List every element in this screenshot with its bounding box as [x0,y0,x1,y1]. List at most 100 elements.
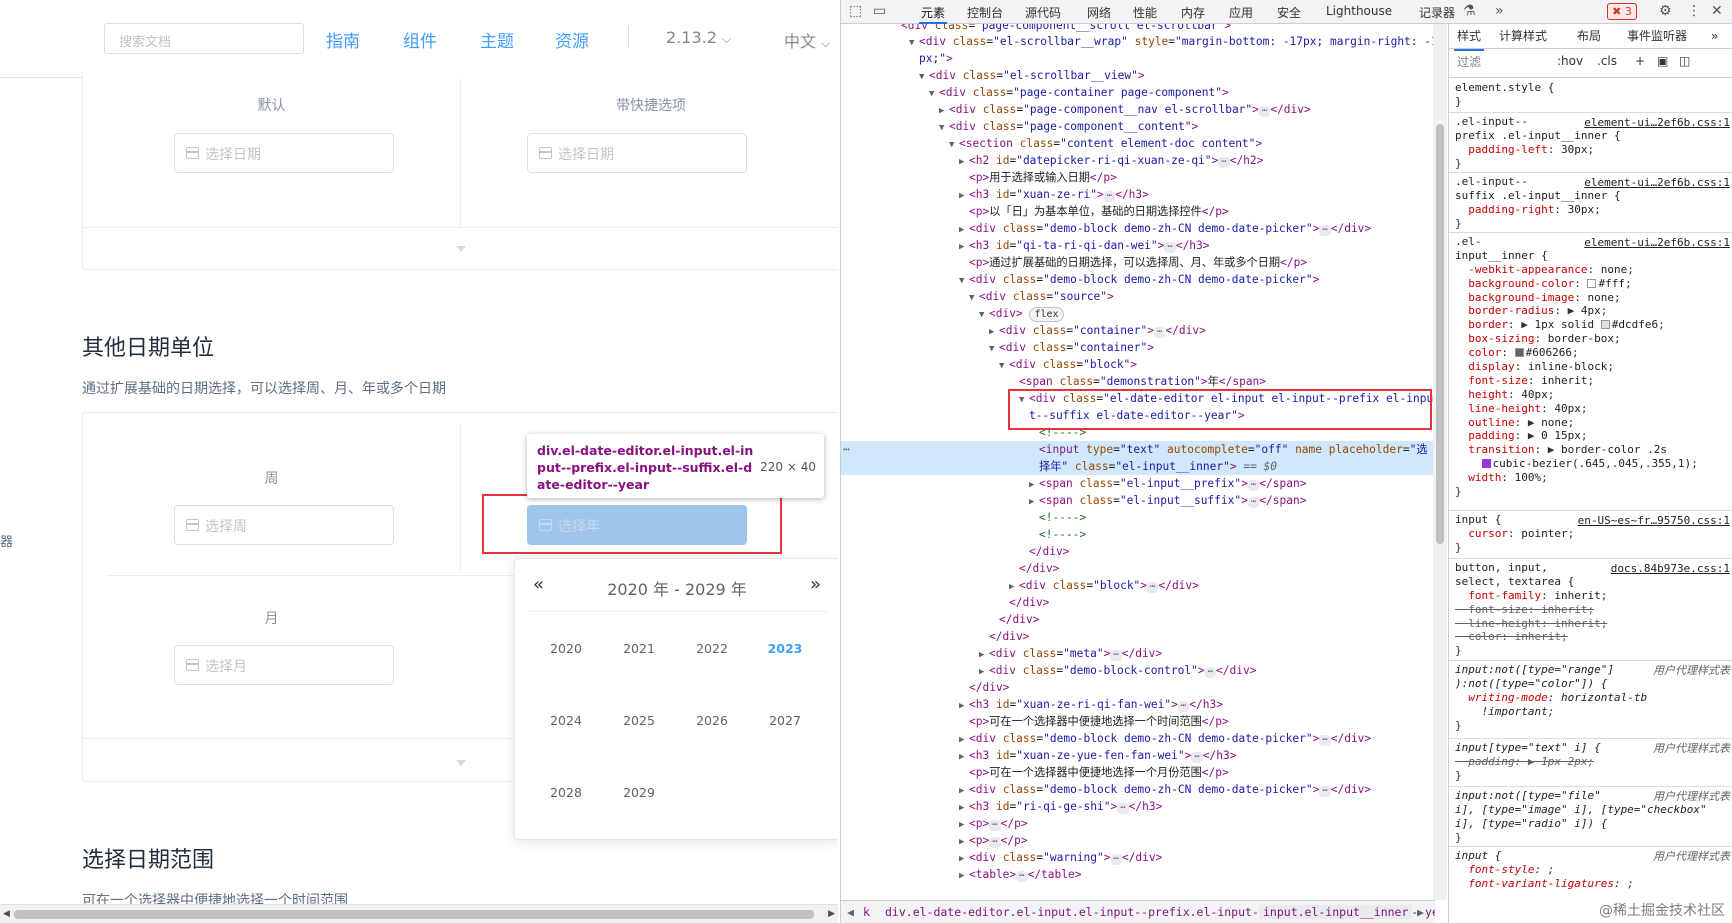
dom-node[interactable]: ▼ <div class="container"> [841,339,1435,356]
dom-node[interactable]: <!----> [841,526,1435,543]
dom-node[interactable]: <p>可在一个选择器中便捷地选择一个时间范围</p> [841,713,1435,730]
dom-node[interactable]: <p>用于选择或输入日期</p> [841,169,1435,186]
tab-lighthouse[interactable]: Lighthouse [1326,4,1392,18]
expand-code-icon[interactable] [456,246,466,252]
dom-node[interactable]: ▼ <div class="block"> [841,356,1435,373]
style-rule[interactable]: element-ui…2ef6b.css:1 .el-input-- prefix… [1449,113,1732,173]
tab-security[interactable]: 安全 [1277,4,1301,21]
nav-resource[interactable]: 资源 [555,27,589,52]
tab-event-listeners[interactable]: 事件监听器 [1627,29,1687,44]
breadcrumb-right-arrow-icon[interactable]: ▶ [1417,905,1424,919]
style-rule-input-inner[interactable]: element-ui…2ef6b.css:1 .el-input__inner … [1449,233,1732,511]
dom-node[interactable]: <p>以「日」为基本单位，基础的日期选择控件</p> [841,203,1435,220]
dom-node[interactable]: ▶ <div class="demo-block demo-zh-CN demo-… [841,730,1435,747]
nav-component[interactable]: 组件 [403,27,437,78]
date-input-shortcuts[interactable]: 选择日期 [527,133,747,173]
dom-node[interactable]: </div> [841,679,1435,696]
dom-node[interactable]: </div> [841,560,1435,577]
year-cell[interactable]: 2021 [604,641,674,656]
dom-node[interactable]: ▼ <div> flex [841,305,1435,322]
new-rule-button[interactable]: + [1635,54,1645,69]
breadcrumb-left-arrow-icon[interactable]: ◀ [847,905,854,919]
year-cell[interactable]: 2022 [677,641,747,656]
dom-node[interactable]: ▶ <div class="meta"> ⋯ </div> [841,645,1435,662]
dom-node[interactable]: ▶ <div class="demo-block demo-zh-CN demo-… [841,781,1435,798]
dom-node-selected[interactable]: 择年" class="el-input__inner"> == $0 [841,458,1435,475]
filter-input[interactable]: 过滤 [1457,55,1481,70]
dom-node[interactable]: ▼ <div class="source"> [841,288,1435,305]
dom-node[interactable]: ▶ <h3 id="ri-qi-ge-shi"> ⋯ </h3> [841,798,1435,815]
scrollbar-thumb[interactable] [1436,124,1444,544]
more-tabs-icon[interactable]: » [1711,29,1718,44]
error-count-badge[interactable]: ✖ 3 [1607,3,1637,20]
dom-node[interactable]: <p>通过扩展基础的日期选择，可以选择周、月、年或多个日期</p> [841,254,1435,271]
tab-memory[interactable]: 内存 [1181,4,1205,21]
close-icon[interactable]: ✕ [1711,3,1723,19]
year-cell[interactable]: 2026 [677,713,747,728]
dom-node[interactable]: ▶ <h3 id="xuan-ze-ri"> ⋯ </h3> [841,186,1435,203]
next-decade-button[interactable]: » [810,574,821,595]
dom-node[interactable]: ▼ <div class="el-scrollbar__view"> [841,67,1435,84]
dom-node[interactable]: ▼ <div class="page-container page-compone… [841,84,1435,101]
scrollbar-thumb[interactable] [14,910,814,919]
month-input[interactable]: 选择月 [174,645,394,685]
tab-sources[interactable]: 源代码 [1025,4,1061,21]
year-cell[interactable]: 2028 [531,785,601,800]
sidebar-toggle-icon[interactable]: ◫ [1679,54,1690,69]
device-toolbar-icon[interactable]: ▭ [873,3,886,19]
elements-vertical-scrollbar[interactable] [1433,24,1447,900]
dom-node[interactable]: <!----> [841,509,1435,526]
breadcrumb-item[interactable]: k [863,905,870,919]
tab-computed[interactable]: 计算样式 [1499,29,1547,44]
dom-node[interactable]: ▼ <section class="content element-doc con… [841,135,1435,152]
dom-node[interactable]: ▼ <div class="page-component__content"> [841,118,1435,135]
dom-node[interactable]: ▶ <h3 id="xuan-ze-ri-qi-fan-wei"> ⋯ </h3> [841,696,1435,713]
style-rule-ua[interactable]: 用户代理样式表 input:not([type="range"]):not([t… [1449,661,1732,739]
date-input-default[interactable]: 选择日期 [174,133,394,173]
dom-node[interactable]: ▶ <p> ⋯ </p> [841,815,1435,832]
dom-node[interactable]: </div> [841,594,1435,611]
dom-node[interactable]: ▶ <table> ⋯ </table> [841,866,1435,883]
style-rule[interactable]: element-ui…2ef6b.css:1 .el-input-- suffix… [1449,173,1732,233]
year-cell[interactable]: 2020 [531,641,601,656]
search-input[interactable]: 搜索文档 [104,23,304,54]
style-rule[interactable]: docs.84b973e.css:1 button, input, select,… [1449,559,1732,661]
dom-node[interactable]: <span class="demonstration">年</span> [841,373,1435,390]
dom-node[interactable]: ▶ <div class="page-component__nav el-scro… [841,101,1435,118]
style-rule[interactable]: en-US~es~fr…95750.css:1 input { cursor: … [1449,511,1732,559]
dom-node[interactable]: ▶ <div class="container"> ⋯ </div> [841,322,1435,339]
nav-theme[interactable]: 主题 [480,27,514,52]
tab-layout[interactable]: 布局 [1577,29,1601,44]
dom-node[interactable]: ▼ <div class="el-scrollbar__wrap" style="… [841,33,1435,50]
nav-guide[interactable]: 指南 [326,27,360,52]
year-cell-current[interactable]: 2023 [750,641,820,656]
year-cell[interactable]: 2027 [750,713,820,728]
dom-node[interactable]: ▶ <div class="warning"> ⋯ </div> [841,849,1435,866]
gear-icon[interactable]: ⚙ [1659,3,1672,19]
dom-node[interactable]: </div> [841,628,1435,645]
dom-node[interactable]: ▶ <span class="el-input__prefix"> ⋯ </span> [841,475,1435,492]
breadcrumb-item-active[interactable]: input.el-input__inner [1259,905,1413,919]
page-horizontal-scrollbar[interactable]: ◀ ▶ [0,904,838,923]
scroll-left-icon[interactable]: ◀ [3,909,10,919]
more-tabs-icon[interactable]: » [1495,3,1504,19]
version-select[interactable]: 2.13.2 ⌵ [666,28,731,47]
tab-performance[interactable]: 性能 [1133,4,1157,21]
tab-elements[interactable]: 元素 [918,4,948,24]
scroll-right-icon[interactable]: ▶ [828,909,835,919]
tab-network[interactable]: 网络 [1087,4,1111,21]
week-input[interactable]: 选择周 [174,505,394,545]
tab-application[interactable]: 应用 [1229,4,1253,21]
dom-node[interactable]: <p>可在一个选择器中便捷地选择一个月份范围</p> [841,764,1435,781]
expand-code-icon[interactable] [456,760,466,766]
dom-node[interactable]: ▶ <p> ⋯ </p> [841,832,1435,849]
style-rule-ua[interactable]: 用户代理样式表 input:not([type="file" i], [type=… [1449,787,1732,847]
cls-toggle[interactable]: .cls [1597,54,1617,69]
tab-recorder[interactable]: 记录器 [1419,4,1455,21]
flask-icon[interactable]: ⚗ [1463,3,1476,19]
style-rule-element[interactable]: element.style {} [1449,79,1732,113]
style-rule-ua[interactable]: 用户代理样式表 input[type="text" i] { padding: … [1449,739,1732,787]
dom-node[interactable]: ▶ <div class="block"> ⋯ </div> [841,577,1435,594]
dom-node[interactable]: ▼ <div class="demo-block demo-zh-CN demo-… [841,271,1435,288]
more-menu-icon[interactable]: ⋮ [1687,3,1701,19]
